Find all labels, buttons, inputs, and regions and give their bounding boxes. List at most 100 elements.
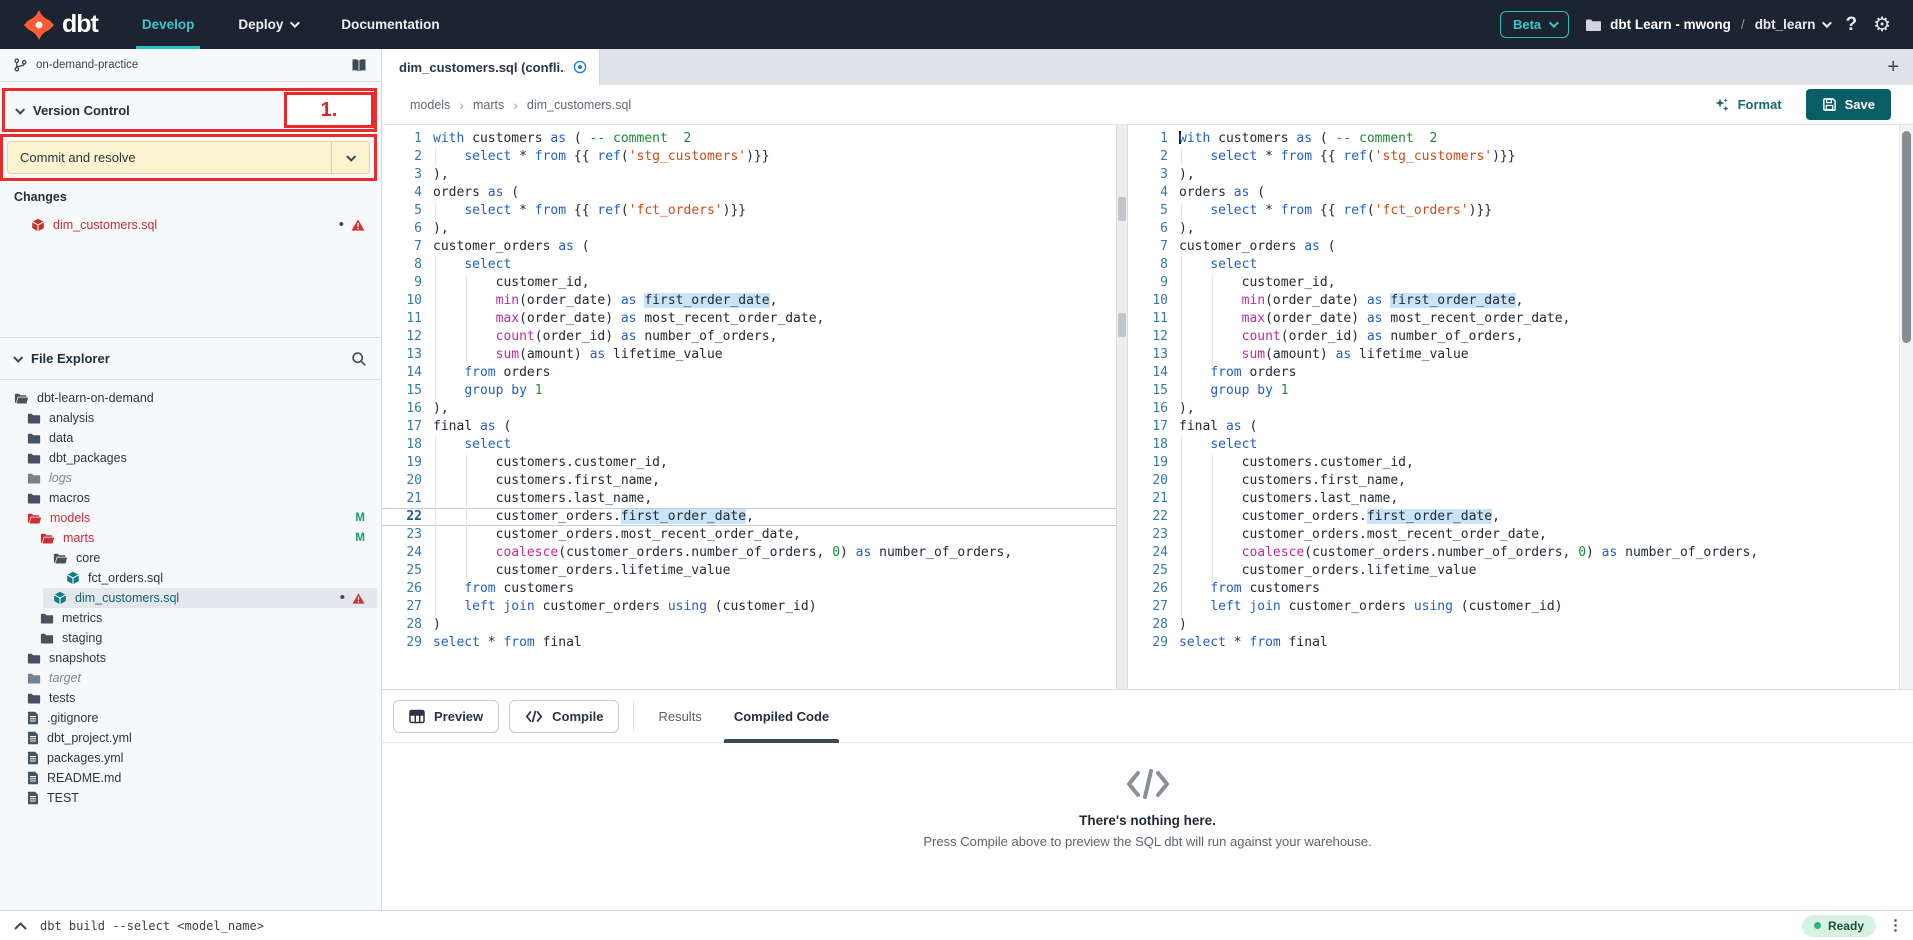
beta-toggle[interactable]: Beta (1500, 11, 1569, 38)
code-line[interactable]: 14 from orders (382, 364, 1116, 382)
code-line[interactable]: 10 min(order_date) as first_order_date, (382, 292, 1116, 310)
save-button[interactable]: Save (1806, 89, 1891, 120)
tree-item-packages-yml[interactable]: packages.yml (0, 748, 381, 768)
code-editor-left[interactable]: 1with customers as ( -- comment 22 selec… (382, 125, 1116, 689)
code-line[interactable]: 5 select * from {{ ref('fct_orders')}} (1128, 202, 1899, 220)
code-line[interactable]: 12 count(order_id) as number_of_orders, (1128, 328, 1899, 346)
code-line[interactable]: 16), (1128, 400, 1899, 418)
code-line[interactable]: 2 select * from {{ ref('stg_customers')}… (1128, 148, 1899, 166)
editor-divider-scrollbar[interactable] (1116, 125, 1128, 689)
nav-item-deploy[interactable]: Deploy (236, 0, 299, 49)
tree-item-test[interactable]: TEST (0, 788, 381, 808)
code-line[interactable]: 23 customer_orders.most_recent_order_dat… (382, 526, 1116, 544)
tree-item-staging[interactable]: staging (0, 628, 381, 648)
code-line[interactable]: 20 customers.first_name, (1128, 472, 1899, 490)
code-line[interactable]: 2 select * from {{ ref('stg_customers')}… (382, 148, 1116, 166)
code-line[interactable]: 24 coalesce(customer_orders.number_of_or… (382, 544, 1116, 562)
tab-dim-customers[interactable]: dim_customers.sql (confli... (382, 49, 600, 85)
code-line[interactable]: 18 select (1128, 436, 1899, 454)
tree-item-metrics[interactable]: metrics (0, 608, 381, 628)
code-line[interactable]: 19 customers.customer_id, (1128, 454, 1899, 472)
code-line[interactable]: 17final as ( (382, 418, 1116, 436)
code-line[interactable]: 28) (382, 616, 1116, 634)
code-line[interactable]: 27 left join customer_orders using (cust… (382, 598, 1116, 616)
tree-item-dbt-packages[interactable]: dbt_packages (0, 448, 381, 468)
tab-results[interactable]: Results (648, 690, 711, 742)
commit-dropdown-toggle[interactable] (331, 142, 369, 173)
breadcrumb-file[interactable]: dim_customers.sql (527, 98, 631, 112)
tree-item-tests[interactable]: tests (0, 688, 381, 708)
code-line[interactable]: 4orders as ( (382, 184, 1116, 202)
nav-item-documentation[interactable]: Documentation (339, 0, 441, 49)
preview-button[interactable]: Preview (393, 700, 499, 733)
tree-item-dbt-project-yml[interactable]: dbt_project.yml (0, 728, 381, 748)
search-icon[interactable] (351, 351, 367, 367)
code-line[interactable]: 7customer_orders as ( (382, 238, 1116, 256)
code-line[interactable]: 18 select (382, 436, 1116, 454)
code-line[interactable]: 8 select (382, 256, 1116, 274)
code-line[interactable]: 17final as ( (1128, 418, 1899, 436)
nav-item-develop[interactable]: Develop (140, 0, 197, 49)
code-line[interactable]: 27 left join customer_orders using (cust… (1128, 598, 1899, 616)
code-line[interactable]: 22 customer_orders.first_order_date, (1128, 508, 1899, 526)
code-line[interactable]: 10 min(order_date) as first_order_date, (1128, 292, 1899, 310)
code-line[interactable]: 15 group by 1 (382, 382, 1116, 400)
code-line[interactable]: 25 customer_orders.lifetime_value (1128, 562, 1899, 580)
code-line[interactable]: 15 group by 1 (1128, 382, 1899, 400)
code-line[interactable]: 11 max(order_date) as most_recent_order_… (1128, 310, 1899, 328)
branch-row[interactable]: on-demand-practice (0, 49, 381, 82)
code-line[interactable]: 8 select (1128, 256, 1899, 274)
commit-and-resolve-button[interactable]: Commit and resolve (7, 141, 370, 174)
tree-item--gitignore[interactable]: .gitignore (0, 708, 381, 728)
code-line[interactable]: 4orders as ( (1128, 184, 1899, 202)
tree-item-marts[interactable]: martsM (0, 528, 381, 548)
code-line[interactable]: 29select * from final (382, 634, 1116, 652)
code-line[interactable]: 13 sum(amount) as lifetime_value (1128, 346, 1899, 364)
dbt-logo[interactable]: dbt (22, 8, 98, 42)
code-line[interactable]: 28) (1128, 616, 1899, 634)
gear-icon[interactable]: ⚙ (1873, 15, 1891, 35)
tree-item-logs[interactable]: logs (0, 468, 381, 488)
tree-item-snapshots[interactable]: snapshots (0, 648, 381, 668)
scrollbar-thumb[interactable] (1118, 313, 1126, 337)
help-icon[interactable]: ? (1845, 14, 1857, 36)
code-line[interactable]: 1with customers as ( -- comment 2 (382, 130, 1116, 148)
tree-item-core[interactable]: core (0, 548, 381, 568)
code-line[interactable]: 9 customer_id, (1128, 274, 1899, 292)
code-editor-right[interactable]: 1with customers as ( -- comment 22 selec… (1128, 125, 1899, 689)
code-line[interactable]: 14 from orders (1128, 364, 1899, 382)
tree-item-analysis[interactable]: analysis (0, 408, 381, 428)
command-input[interactable]: dbt build --select <model_name> (40, 919, 264, 933)
tree-item-models[interactable]: modelsM (0, 508, 381, 528)
breadcrumb-models[interactable]: models (410, 98, 450, 112)
vertical-scrollbar[interactable] (1899, 125, 1913, 689)
code-line[interactable]: 21 customers.last_name, (382, 490, 1116, 508)
chevron-up-icon[interactable] (14, 922, 27, 930)
code-line[interactable]: 20 customers.first_name, (382, 472, 1116, 490)
code-line[interactable]: 7customer_orders as ( (1128, 238, 1899, 256)
tree-item-data[interactable]: data (0, 428, 381, 448)
code-line[interactable]: 21 customers.last_name, (1128, 490, 1899, 508)
kebab-menu-icon[interactable]: ⋮ (1888, 923, 1903, 929)
code-line[interactable]: 5 select * from {{ ref('fct_orders')}} (382, 202, 1116, 220)
scrollbar-thumb[interactable] (1118, 197, 1126, 221)
tree-item-readme-md[interactable]: README.md (0, 768, 381, 788)
code-line[interactable]: 24 coalesce(customer_orders.number_of_or… (1128, 544, 1899, 562)
code-line[interactable]: 3), (1128, 166, 1899, 184)
docs-book-icon[interactable] (351, 58, 367, 73)
format-button[interactable]: Format (1714, 97, 1782, 113)
code-line[interactable]: 19 customers.customer_id, (382, 454, 1116, 472)
tree-item-dbt-learn-on-demand[interactable]: dbt-learn-on-demand (0, 388, 381, 408)
code-line[interactable]: 11 max(order_date) as most_recent_order_… (382, 310, 1116, 328)
code-line[interactable]: 1with customers as ( -- comment 2 (1128, 130, 1899, 148)
code-line[interactable]: 25 customer_orders.lifetime_value (382, 562, 1116, 580)
code-line[interactable]: 6), (1128, 220, 1899, 238)
tree-item-fct-orders-sql[interactable]: fct_orders.sql (0, 568, 381, 588)
code-line[interactable]: 13 sum(amount) as lifetime_value (382, 346, 1116, 364)
tab-compiled-code[interactable]: Compiled Code (724, 690, 839, 742)
code-line[interactable]: 6), (382, 220, 1116, 238)
code-line[interactable]: 26 from customers (382, 580, 1116, 598)
file-explorer-header[interactable]: File Explorer (0, 338, 381, 380)
compile-button[interactable]: Compile (509, 700, 619, 733)
code-line[interactable]: 3), (382, 166, 1116, 184)
